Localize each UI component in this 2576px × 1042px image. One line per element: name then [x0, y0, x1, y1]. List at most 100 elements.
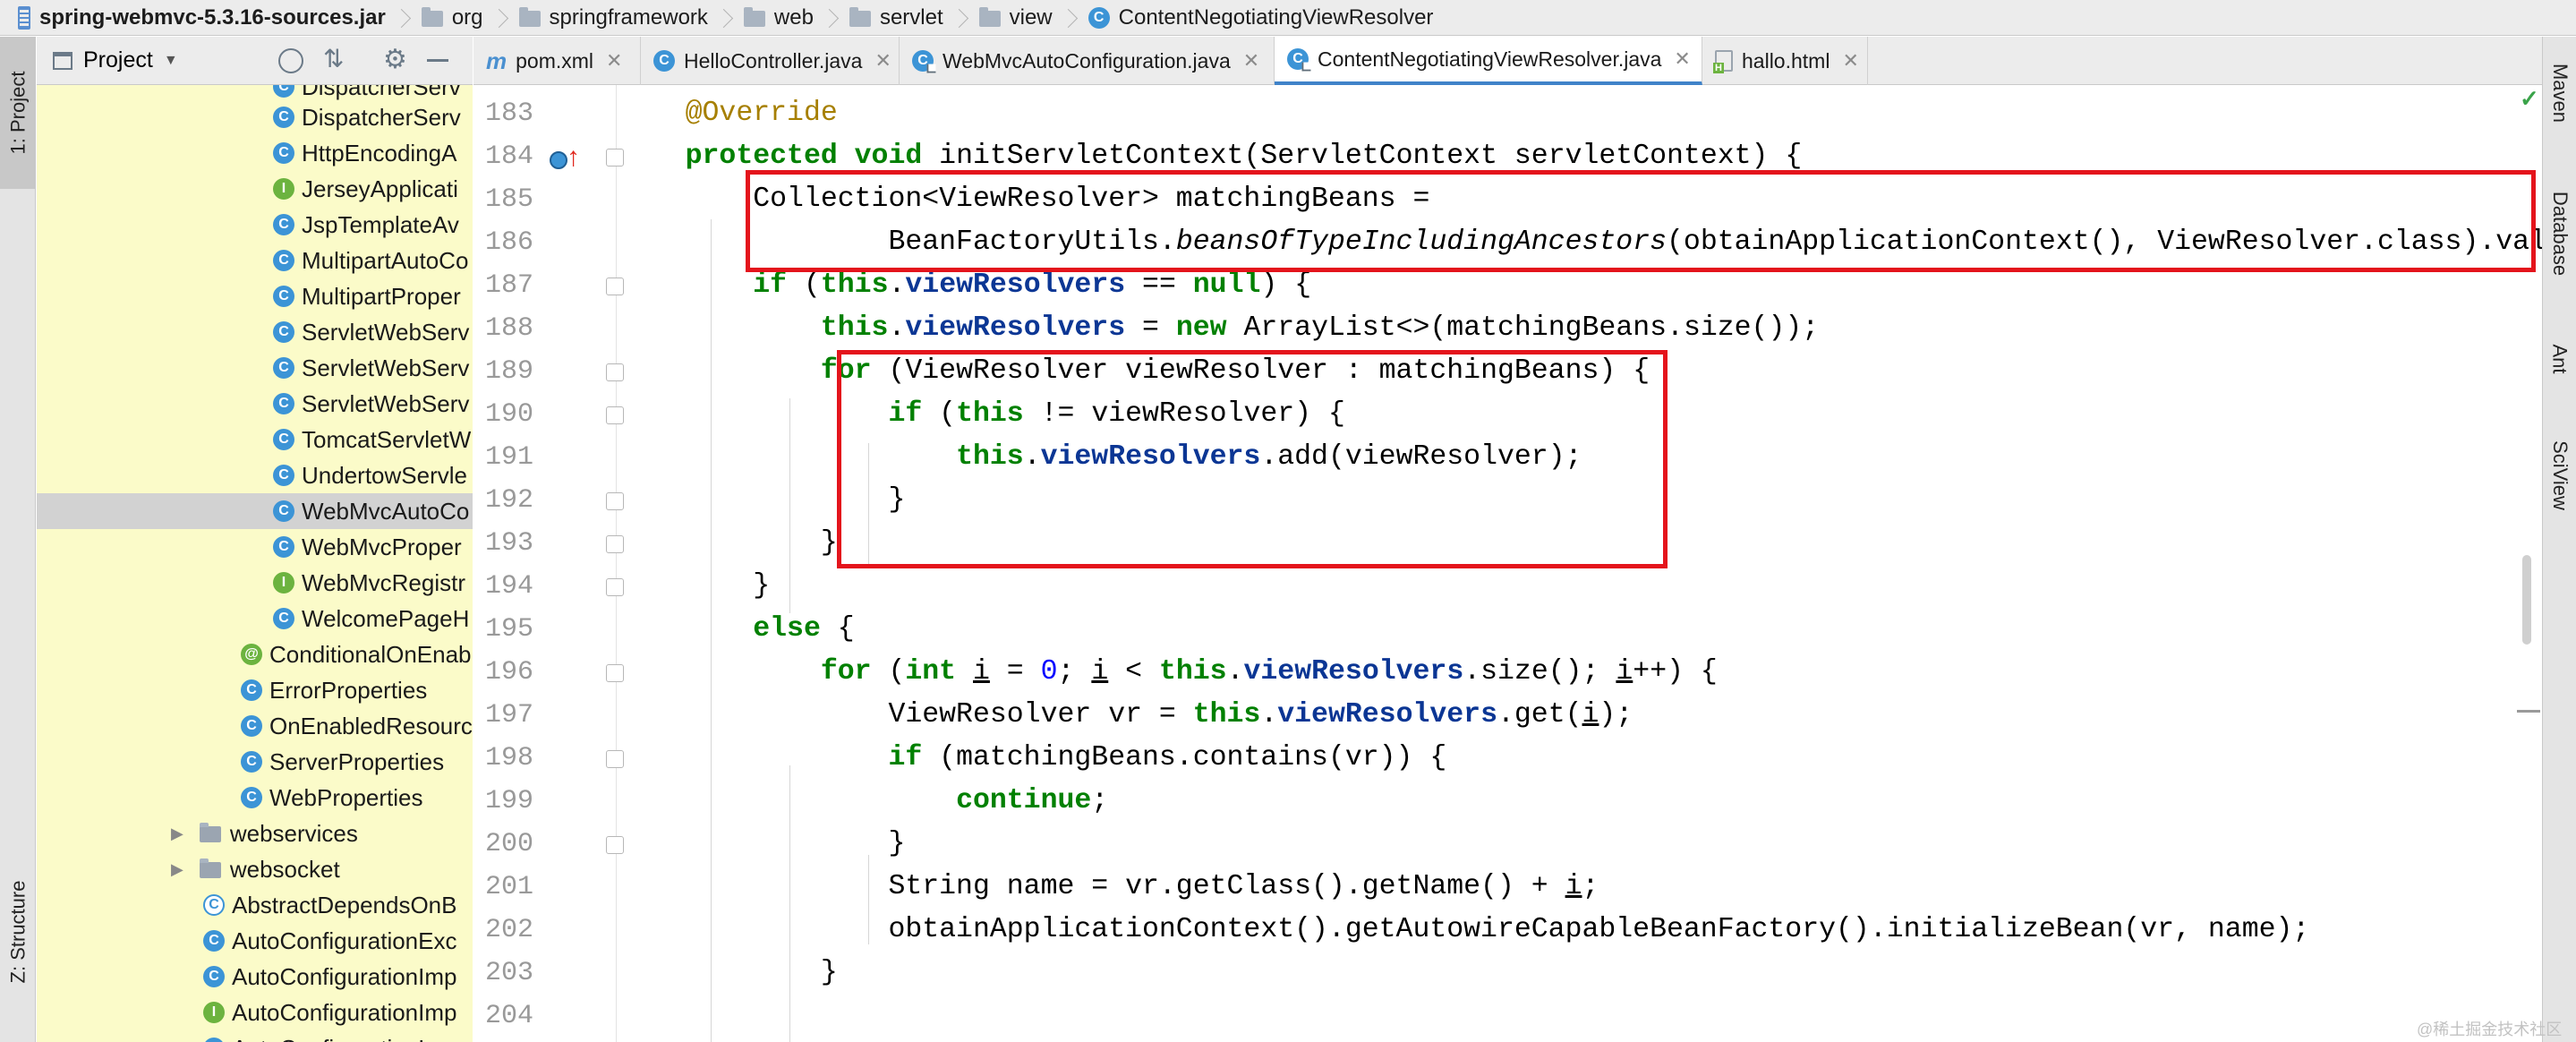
class-icon: C: [273, 429, 294, 450]
tree-item[interactable]: C DispatcherServ: [273, 99, 461, 135]
tab-pom-xml[interactable]: m pom.xml ✕: [473, 37, 641, 85]
breadcrumb-view[interactable]: view: [978, 0, 1053, 36]
line-number: 184: [484, 141, 533, 172]
editor-tabs: m pom.xml ✕ C HelloController.java ✕ C Web…: [473, 37, 2542, 85]
breadcrumb-springframework[interactable]: springframework: [518, 0, 708, 36]
close-icon[interactable]: ✕: [1842, 49, 1858, 73]
line-number: 197: [484, 700, 533, 730]
line-number: 189: [484, 356, 533, 387]
sciview-tool-tab[interactable]: SciView: [2543, 422, 2576, 529]
code-line-193: }: [618, 527, 838, 559]
locate-icon[interactable]: [278, 48, 303, 73]
collapse-all-icon[interactable]: ⇅: [323, 44, 344, 73]
breadcrumb-jar[interactable]: spring-webmvc-5.3.16-sources.jar: [18, 0, 386, 36]
tree-item[interactable]: C AutoConfigurationExc: [203, 923, 456, 959]
breadcrumb-servlet[interactable]: servlet: [849, 0, 943, 36]
close-icon[interactable]: ✕: [1243, 49, 1259, 73]
chevron-right-icon: [1065, 0, 1076, 36]
tree-item[interactable]: C WebProperties: [241, 780, 423, 816]
tree-item[interactable]: C ServletWebServ: [273, 314, 469, 350]
tree-item[interactable]: I WebMvcRegistr: [273, 565, 465, 601]
line-number: 191: [484, 442, 533, 473]
tree-item-selected[interactable]: C WebMvcAutoCo: [37, 493, 473, 529]
project-view-selector[interactable]: Project: [83, 47, 153, 73]
chevron-right-icon: [826, 0, 837, 36]
breadcrumb-web[interactable]: web: [743, 0, 814, 36]
line-number: 203: [484, 958, 533, 988]
breadcrumb: spring-webmvc-5.3.16-sources.jar org spr…: [0, 0, 2576, 36]
tree-item[interactable]: C HttpEncodingA: [273, 135, 456, 171]
tree-item[interactable]: C AutoConfigurationImp: [203, 959, 456, 995]
line-number: 204: [484, 1001, 533, 1031]
line-number: 195: [484, 614, 533, 645]
interface-icon: I: [273, 178, 294, 200]
tree-item[interactable]: I AutoConfigurationImp: [203, 995, 456, 1030]
line-number: 188: [484, 313, 533, 344]
line-number: 194: [484, 571, 533, 602]
folder-icon: [199, 858, 221, 878]
class-icon: C: [273, 107, 294, 128]
override-marker-icon[interactable]: [550, 151, 567, 169]
line-number: 192: [484, 485, 533, 516]
code-line-201: String name = vr.getClass().getName() + …: [618, 871, 1599, 902]
scroll-marker: [2517, 710, 2540, 713]
gear-icon[interactable]: ⚙: [383, 44, 407, 75]
highlight-box-matching-beans: [746, 170, 2536, 272]
tree-item[interactable]: C MultipartAutoCo: [273, 243, 468, 278]
ant-tool-tab[interactable]: Ant: [2543, 323, 2576, 395]
breadcrumb-org[interactable]: org: [421, 0, 483, 36]
tab-webmvc-autoconfiguration[interactable]: C WebMvcAutoConfiguration.java ✕: [900, 37, 1275, 85]
tab-hello-controller[interactable]: C HelloController.java ✕: [641, 37, 900, 85]
tree-item[interactable]: C JspTemplateAv: [273, 207, 459, 243]
breadcrumb-class[interactable]: C ContentNegotiatingViewResolver: [1088, 0, 1433, 36]
tree-item[interactable]: C TomcatServletW: [273, 422, 471, 457]
tree-item[interactable]: @ ConditionalOnEnab: [241, 636, 472, 672]
html-file-icon: H: [1713, 50, 1733, 73]
line-number: 198: [484, 743, 533, 773]
code-line-203: }: [618, 957, 838, 988]
close-icon[interactable]: ✕: [1674, 47, 1690, 71]
tree-item[interactable]: C AbstractDependsOnB: [203, 887, 456, 923]
line-number: 187: [484, 270, 533, 301]
vertical-scrollbar[interactable]: [2522, 555, 2531, 645]
code-line-198: if (matchingBeans.contains(vr)) {: [888, 742, 1447, 773]
expand-arrow-icon[interactable]: ▶: [171, 860, 183, 879]
hide-icon[interactable]: [427, 59, 448, 62]
line-number: 202: [484, 915, 533, 945]
tree-item[interactable]: C WelcomePageH: [273, 601, 469, 636]
close-icon[interactable]: ✕: [606, 49, 622, 73]
project-tree: C DispatcherServ C DispatcherServ C HttpEnc…: [37, 85, 473, 1042]
code-editor[interactable]: @Override protected void initServletCont…: [618, 85, 2542, 1042]
tree-item[interactable]: I JerseyApplicati: [273, 171, 458, 207]
code-line-183: @Override: [685, 98, 838, 129]
tree-package-websocket[interactable]: ▶ websocket: [171, 851, 340, 887]
close-icon[interactable]: ✕: [874, 49, 891, 73]
code-line-199: continue;: [956, 785, 1109, 816]
project-tool-tab-label: 1: Project: [6, 71, 29, 155]
tree-item[interactable]: CAutoConfigurationI: [203, 1030, 424, 1042]
ant-tool-tab-label: Ant: [2549, 344, 2572, 374]
tree-item[interactable]: C ServerProperties: [241, 744, 444, 780]
database-tool-tab[interactable]: Database: [2543, 167, 2576, 301]
tree-item[interactable]: C ServletWebServ: [273, 350, 469, 386]
chevron-right-icon: [496, 0, 507, 36]
class-icon: C: [273, 357, 294, 379]
tab-content-negotiating-view-resolver[interactable]: C ContentNegotiatingViewResolver.java ✕: [1275, 37, 1702, 85]
tree-item[interactable]: C ErrorProperties: [241, 672, 427, 708]
tree-item[interactable]: C ServletWebServ: [273, 386, 469, 422]
class-icon: C: [273, 500, 294, 522]
folder-icon: [421, 6, 443, 27]
expand-arrow-icon[interactable]: ▶: [171, 824, 183, 843]
abstract-class-icon: C: [203, 894, 225, 916]
tree-package-webservices[interactable]: ▶ webservices: [171, 816, 358, 851]
tree-item[interactable]: C UndertowServle: [273, 457, 467, 493]
tree-item[interactable]: C WebMvcProper: [273, 529, 462, 565]
tree-item[interactable]: C MultipartProper: [273, 278, 461, 314]
structure-tool-tab[interactable]: Z: Structure: [0, 842, 36, 1021]
maven-tool-tab[interactable]: Maven: [2543, 44, 2576, 142]
tree-item[interactable]: C OnEnabledResourc: [241, 708, 473, 744]
chevron-down-icon[interactable]: ▼: [164, 53, 178, 69]
tab-hallo-html[interactable]: H hallo.html ✕: [1702, 37, 1868, 85]
project-view-icon: [53, 51, 73, 70]
project-tool-tab[interactable]: 1: Project: [0, 37, 36, 189]
